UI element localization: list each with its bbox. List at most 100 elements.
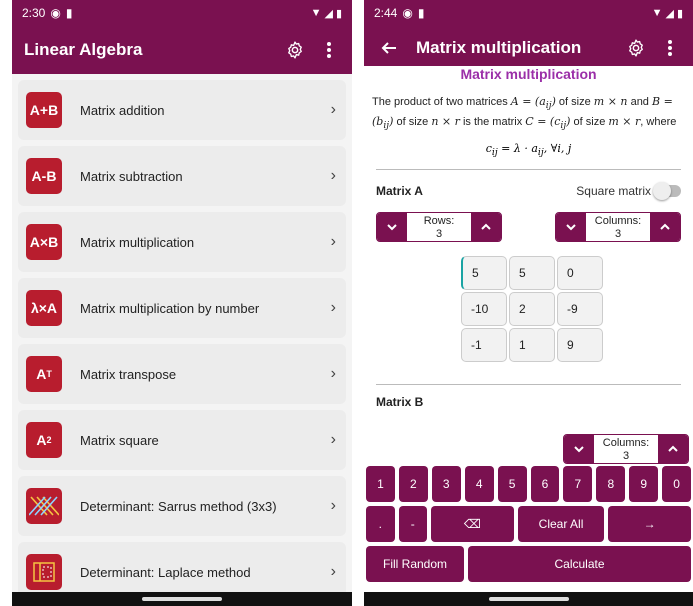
matrix-cell[interactable]: -10 xyxy=(461,291,507,326)
edit-row: . - ⌫ Clear All → xyxy=(364,506,693,542)
key-2[interactable]: 2 xyxy=(398,466,428,502)
chevron-right-icon: › xyxy=(330,101,336,118)
key-5[interactable]: 5 xyxy=(497,466,527,502)
toggle-switch[interactable] xyxy=(653,181,681,200)
app-notification-icon: ◉ xyxy=(50,6,61,20)
list-item-matrix-square[interactable]: A2 Matrix square › xyxy=(18,410,346,470)
chevron-up-icon xyxy=(481,223,491,230)
gear-icon xyxy=(629,39,643,57)
columns-decrease-button[interactable] xyxy=(556,212,586,241)
key-1[interactable]: 1 xyxy=(366,466,395,502)
list-item-label: Matrix square xyxy=(80,432,159,448)
scalar-multiplication-icon: λ×A xyxy=(26,290,62,326)
fill-random-button[interactable]: Fill Random xyxy=(366,546,464,582)
app-title: Linear Algebra xyxy=(24,40,143,59)
calculate-button[interactable]: Calculate xyxy=(468,546,691,582)
overflow-menu-button[interactable] xyxy=(657,35,683,61)
matrix-b-section: Matrix B xyxy=(372,383,685,409)
matrix-b-columns-stepper: Columns: 3 xyxy=(563,434,689,464)
key-8[interactable]: 8 xyxy=(596,466,626,502)
list-item-matrix-multiplication[interactable]: A×B Matrix multiplication › xyxy=(18,212,346,272)
more-vert-icon xyxy=(668,40,672,56)
app-notification-icon: ◉ xyxy=(402,6,413,20)
list-item-multiplication-by-number[interactable]: λ×A Matrix multiplication by number › xyxy=(18,278,346,338)
key-0[interactable]: 0 xyxy=(662,466,692,502)
clock: 2:30 xyxy=(22,6,46,20)
matrix-cell[interactable]: 1 xyxy=(509,327,555,362)
right-screen: 2:44 ◉ ▮ ▼ ◢ ▮ Matrix multiplication Mat… xyxy=(364,0,693,606)
next-button[interactable]: → xyxy=(608,506,691,542)
chevron-right-icon: › xyxy=(330,233,336,250)
matrix-multiplication-content: Matrix multiplication The product of two… xyxy=(364,66,693,409)
key-3[interactable]: 3 xyxy=(431,466,461,502)
clear-all-button[interactable]: Clear All xyxy=(517,506,605,542)
rows-value: Rows: 3 xyxy=(407,212,471,241)
key-7[interactable]: 7 xyxy=(563,466,593,502)
columns-increase-button[interactable] xyxy=(658,435,688,463)
matrix-cell[interactable]: 5 xyxy=(509,255,555,290)
key-6[interactable]: 6 xyxy=(530,466,560,502)
list-item-matrix-subtraction[interactable]: A-B Matrix subtraction › xyxy=(18,146,346,206)
left-screen: 2:30 ◉ ▮ ▼ ◢ ▮ Linear Algebra A+B Matrix… xyxy=(12,0,352,606)
signal-icon: ◢ xyxy=(665,7,674,20)
matrix-cell[interactable]: 0 xyxy=(557,255,603,290)
home-gesture-pill[interactable] xyxy=(142,597,222,601)
rows-decrease-button[interactable] xyxy=(377,212,407,241)
chevron-right-icon: › xyxy=(330,431,336,448)
settings-button[interactable] xyxy=(623,35,649,61)
settings-button[interactable] xyxy=(282,37,308,63)
square-icon: A2 xyxy=(26,422,62,458)
key-dot[interactable]: . xyxy=(366,506,395,542)
navigation-bar xyxy=(364,592,693,606)
square-matrix-toggle[interactable]: Square matrix xyxy=(576,181,681,200)
chevron-down-icon xyxy=(387,223,397,230)
columns-increase-button[interactable] xyxy=(650,212,680,241)
transpose-icon: AT xyxy=(26,356,62,392)
matrix-a-header: Matrix A Square matrix xyxy=(372,181,685,200)
key-minus[interactable]: - xyxy=(398,506,428,542)
square-matrix-label: Square matrix xyxy=(576,183,651,198)
list-item-matrix-transpose[interactable]: AT Matrix transpose › xyxy=(18,344,346,404)
toggle-knob xyxy=(653,181,671,200)
back-button[interactable] xyxy=(376,35,402,61)
overflow-menu-button[interactable] xyxy=(316,37,342,63)
divider xyxy=(376,168,681,170)
key-4[interactable]: 4 xyxy=(464,466,494,502)
list-item-matrix-addition[interactable]: A+B Matrix addition › xyxy=(18,80,346,140)
rows-stepper: Rows: 3 xyxy=(376,211,502,242)
sim-icon: ▮ xyxy=(65,6,73,20)
digit-row: 1 2 3 4 5 6 7 8 9 0 xyxy=(364,466,693,502)
matrix-a-size-controls: Rows: 3 Columns: 3 xyxy=(372,211,685,242)
matrix-cell[interactable]: 5 xyxy=(461,255,507,290)
battery-icon: ▮ xyxy=(676,7,683,20)
laplace-icon xyxy=(26,554,62,590)
key-9[interactable]: 9 xyxy=(629,466,659,502)
chevron-right-icon: › xyxy=(330,365,336,382)
section-title: Matrix multiplication xyxy=(460,66,597,82)
subtraction-icon: A-B xyxy=(26,158,62,194)
clock: 2:44 xyxy=(374,6,398,20)
list-item-label: Matrix transpose xyxy=(80,366,177,382)
columns-decrease-button[interactable] xyxy=(564,435,594,463)
matrix-cell[interactable]: -1 xyxy=(461,327,507,362)
columns-stepper: Columns: 3 xyxy=(555,211,681,242)
wifi-icon: ▼ xyxy=(651,7,663,19)
backspace-button[interactable]: ⌫ xyxy=(431,506,514,542)
list-item-label: Matrix multiplication by number xyxy=(80,300,260,316)
matrix-cell[interactable]: -9 xyxy=(557,291,603,326)
list-item-label: Determinant: Laplace method xyxy=(80,564,251,580)
matrix-cell[interactable]: 2 xyxy=(509,291,555,326)
rows-increase-button[interactable] xyxy=(471,212,501,241)
chevron-right-icon: › xyxy=(330,497,336,514)
home-gesture-pill[interactable] xyxy=(488,597,569,601)
chevron-down-icon xyxy=(566,223,576,230)
matrix-cell[interactable]: 9 xyxy=(557,327,603,362)
description: The product of two matrices A = (aij) of… xyxy=(372,95,677,132)
chevron-up-icon xyxy=(660,223,670,230)
chevron-down-icon xyxy=(574,446,584,453)
action-row: Fill Random Calculate xyxy=(364,546,693,582)
more-vert-icon xyxy=(327,42,331,58)
custom-keypad: 1 2 3 4 5 6 7 8 9 0 . - ⌫ Clear All → Fi… xyxy=(364,466,693,592)
list-item-sarrus[interactable]: Determinant: Sarrus method (3x3) › xyxy=(18,476,346,536)
sim-icon: ▮ xyxy=(417,6,425,20)
